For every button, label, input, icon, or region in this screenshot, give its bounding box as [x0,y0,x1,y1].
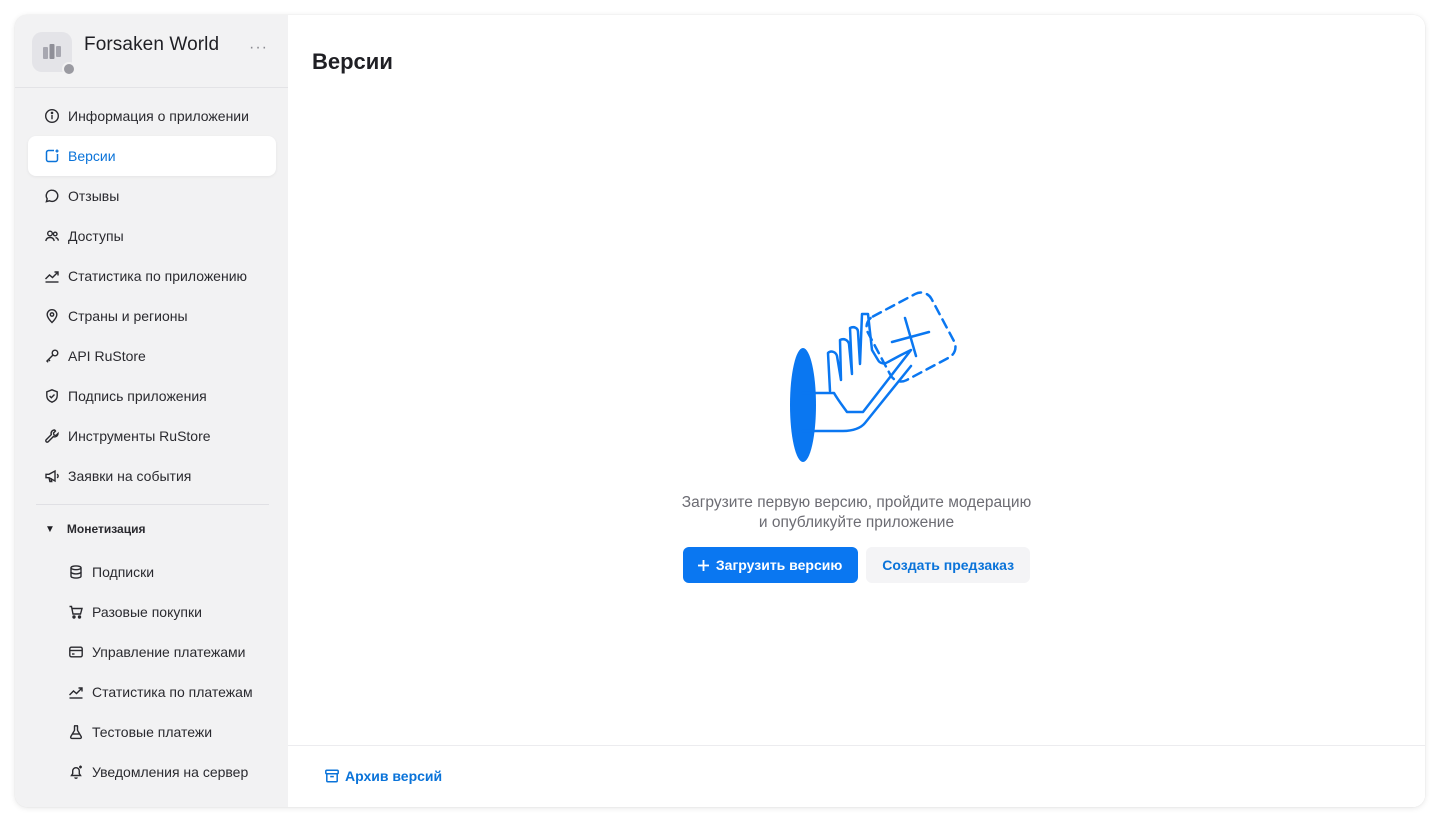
app-logo-icon [43,44,61,59]
sidebar: Forsaken World ··· Информация о приложен… [15,15,288,807]
sidebar-item-label: Версии [68,148,116,164]
sidebar-item-payment-statistics[interactable]: Статистика по платежам [52,672,282,712]
sidebar-item-payment-management[interactable]: Управление платежами [52,632,282,672]
sidebar-item-app-info[interactable]: Информация о приложении [28,96,276,136]
sidebar-item-label: Разовые покупки [92,604,202,620]
app-header: Forsaken World ··· [15,15,288,88]
app-name: Forsaken World [84,34,220,55]
sidebar-item-label: Управление платежами [92,644,246,660]
page-title: Версии [312,49,393,74]
sidebar-item-subscriptions[interactable]: Подписки [52,552,282,592]
empty-state-actions: Загрузить версию Создать предзаказ [682,547,1031,583]
more-options-icon[interactable]: ··· [249,39,268,57]
sidebar-item-label: Статистика по приложению [68,268,248,284]
sidebar-divider [36,504,269,505]
sidebar-item-reviews[interactable]: Отзывы [28,176,276,216]
sidebar-item-label: Подпись приложения [68,388,207,404]
chat-bubble-icon [44,188,60,204]
shield-check-icon [44,388,60,404]
main-footer: Архив версий [288,745,1425,807]
main-content: Версии Загрузите первую версию, пройдите… [288,15,1425,807]
sidebar-item-label: Подписки [92,564,155,580]
credit-card-icon [68,644,84,660]
database-icon [68,564,84,580]
trend-chart-icon [68,684,84,700]
sidebar-item-label: Информация о приложении [68,108,249,124]
wrench-icon [44,428,60,444]
sidebar-item-countries[interactable]: Страны и регионы [28,296,276,336]
key-icon [44,348,60,364]
empty-state-line-2: и опубликуйте приложение [758,514,955,531]
sidebar-nav: Информация о приложении Версии Отзывы До… [28,96,276,496]
monetization-nav: Подписки Разовые покупки Управление плат… [52,552,282,792]
empty-state: Загрузите первую версию, пройдите модера… [288,270,1425,583]
sidebar-item-label: Тестовые платежи [92,724,213,740]
empty-state-text: Загрузите первую версию, пройдите модера… [647,493,1067,533]
sidebar-item-versions[interactable]: Версии [28,136,276,176]
app-window: Forsaken World ··· Информация о приложен… [15,15,1425,807]
flask-icon [68,724,84,740]
version-archive-label: Архив версий [345,768,443,784]
triangle-down-icon: ▼ [45,523,55,535]
users-icon [44,228,60,244]
sidebar-item-app-statistics[interactable]: Статистика по приложению [28,256,276,296]
archive-box-icon [325,769,339,783]
sidebar-item-test-payments[interactable]: Тестовые платежи [52,712,282,752]
sidebar-item-label: API RuStore [68,348,146,364]
sidebar-item-server-notifications[interactable]: Уведомления на сервер [52,752,282,792]
info-icon [44,108,60,124]
monetization-group-toggle[interactable]: ▼ Монетизация [45,522,146,536]
trend-chart-icon [44,268,60,284]
sidebar-item-event-requests[interactable]: Заявки на события [28,456,276,496]
app-logo[interactable] [32,32,76,76]
app-status-dot [62,62,76,76]
sidebar-item-app-signature[interactable]: Подпись приложения [28,376,276,416]
versions-icon [44,148,60,164]
sidebar-item-label: Заявки на события [68,468,192,484]
version-archive-link[interactable]: Архив версий [324,768,442,784]
sidebar-item-label: Страны и регионы [68,308,188,324]
cart-icon [68,604,84,620]
sidebar-item-label: Отзывы [68,188,120,204]
bell-icon [68,764,84,780]
sidebar-item-label: Доступы [68,228,124,244]
empty-state-line-1: Загрузите первую версию, пройдите модера… [681,494,1032,511]
sidebar-item-api-rustore[interactable]: API RuStore [28,336,276,376]
sidebar-item-one-time-purchases[interactable]: Разовые покупки [52,592,282,632]
location-pin-icon [44,308,60,324]
sidebar-item-label: Статистика по платежам [92,684,253,700]
sidebar-item-access[interactable]: Доступы [28,216,276,256]
sidebar-item-label: Уведомления на сервер [92,764,249,780]
plus-icon [697,559,709,571]
create-preorder-button[interactable]: Создать предзаказ [866,547,1031,583]
sidebar-item-label: Инструменты RuStore [68,428,211,444]
sidebar-item-rustore-tools[interactable]: Инструменты RuStore [28,416,276,456]
monetization-label: Монетизация [66,522,146,536]
upload-version-button[interactable]: Загрузить версию [682,547,859,583]
hand-add-illustration [789,291,957,462]
upload-version-label: Загрузить версию [715,557,843,573]
megaphone-icon [44,468,60,484]
